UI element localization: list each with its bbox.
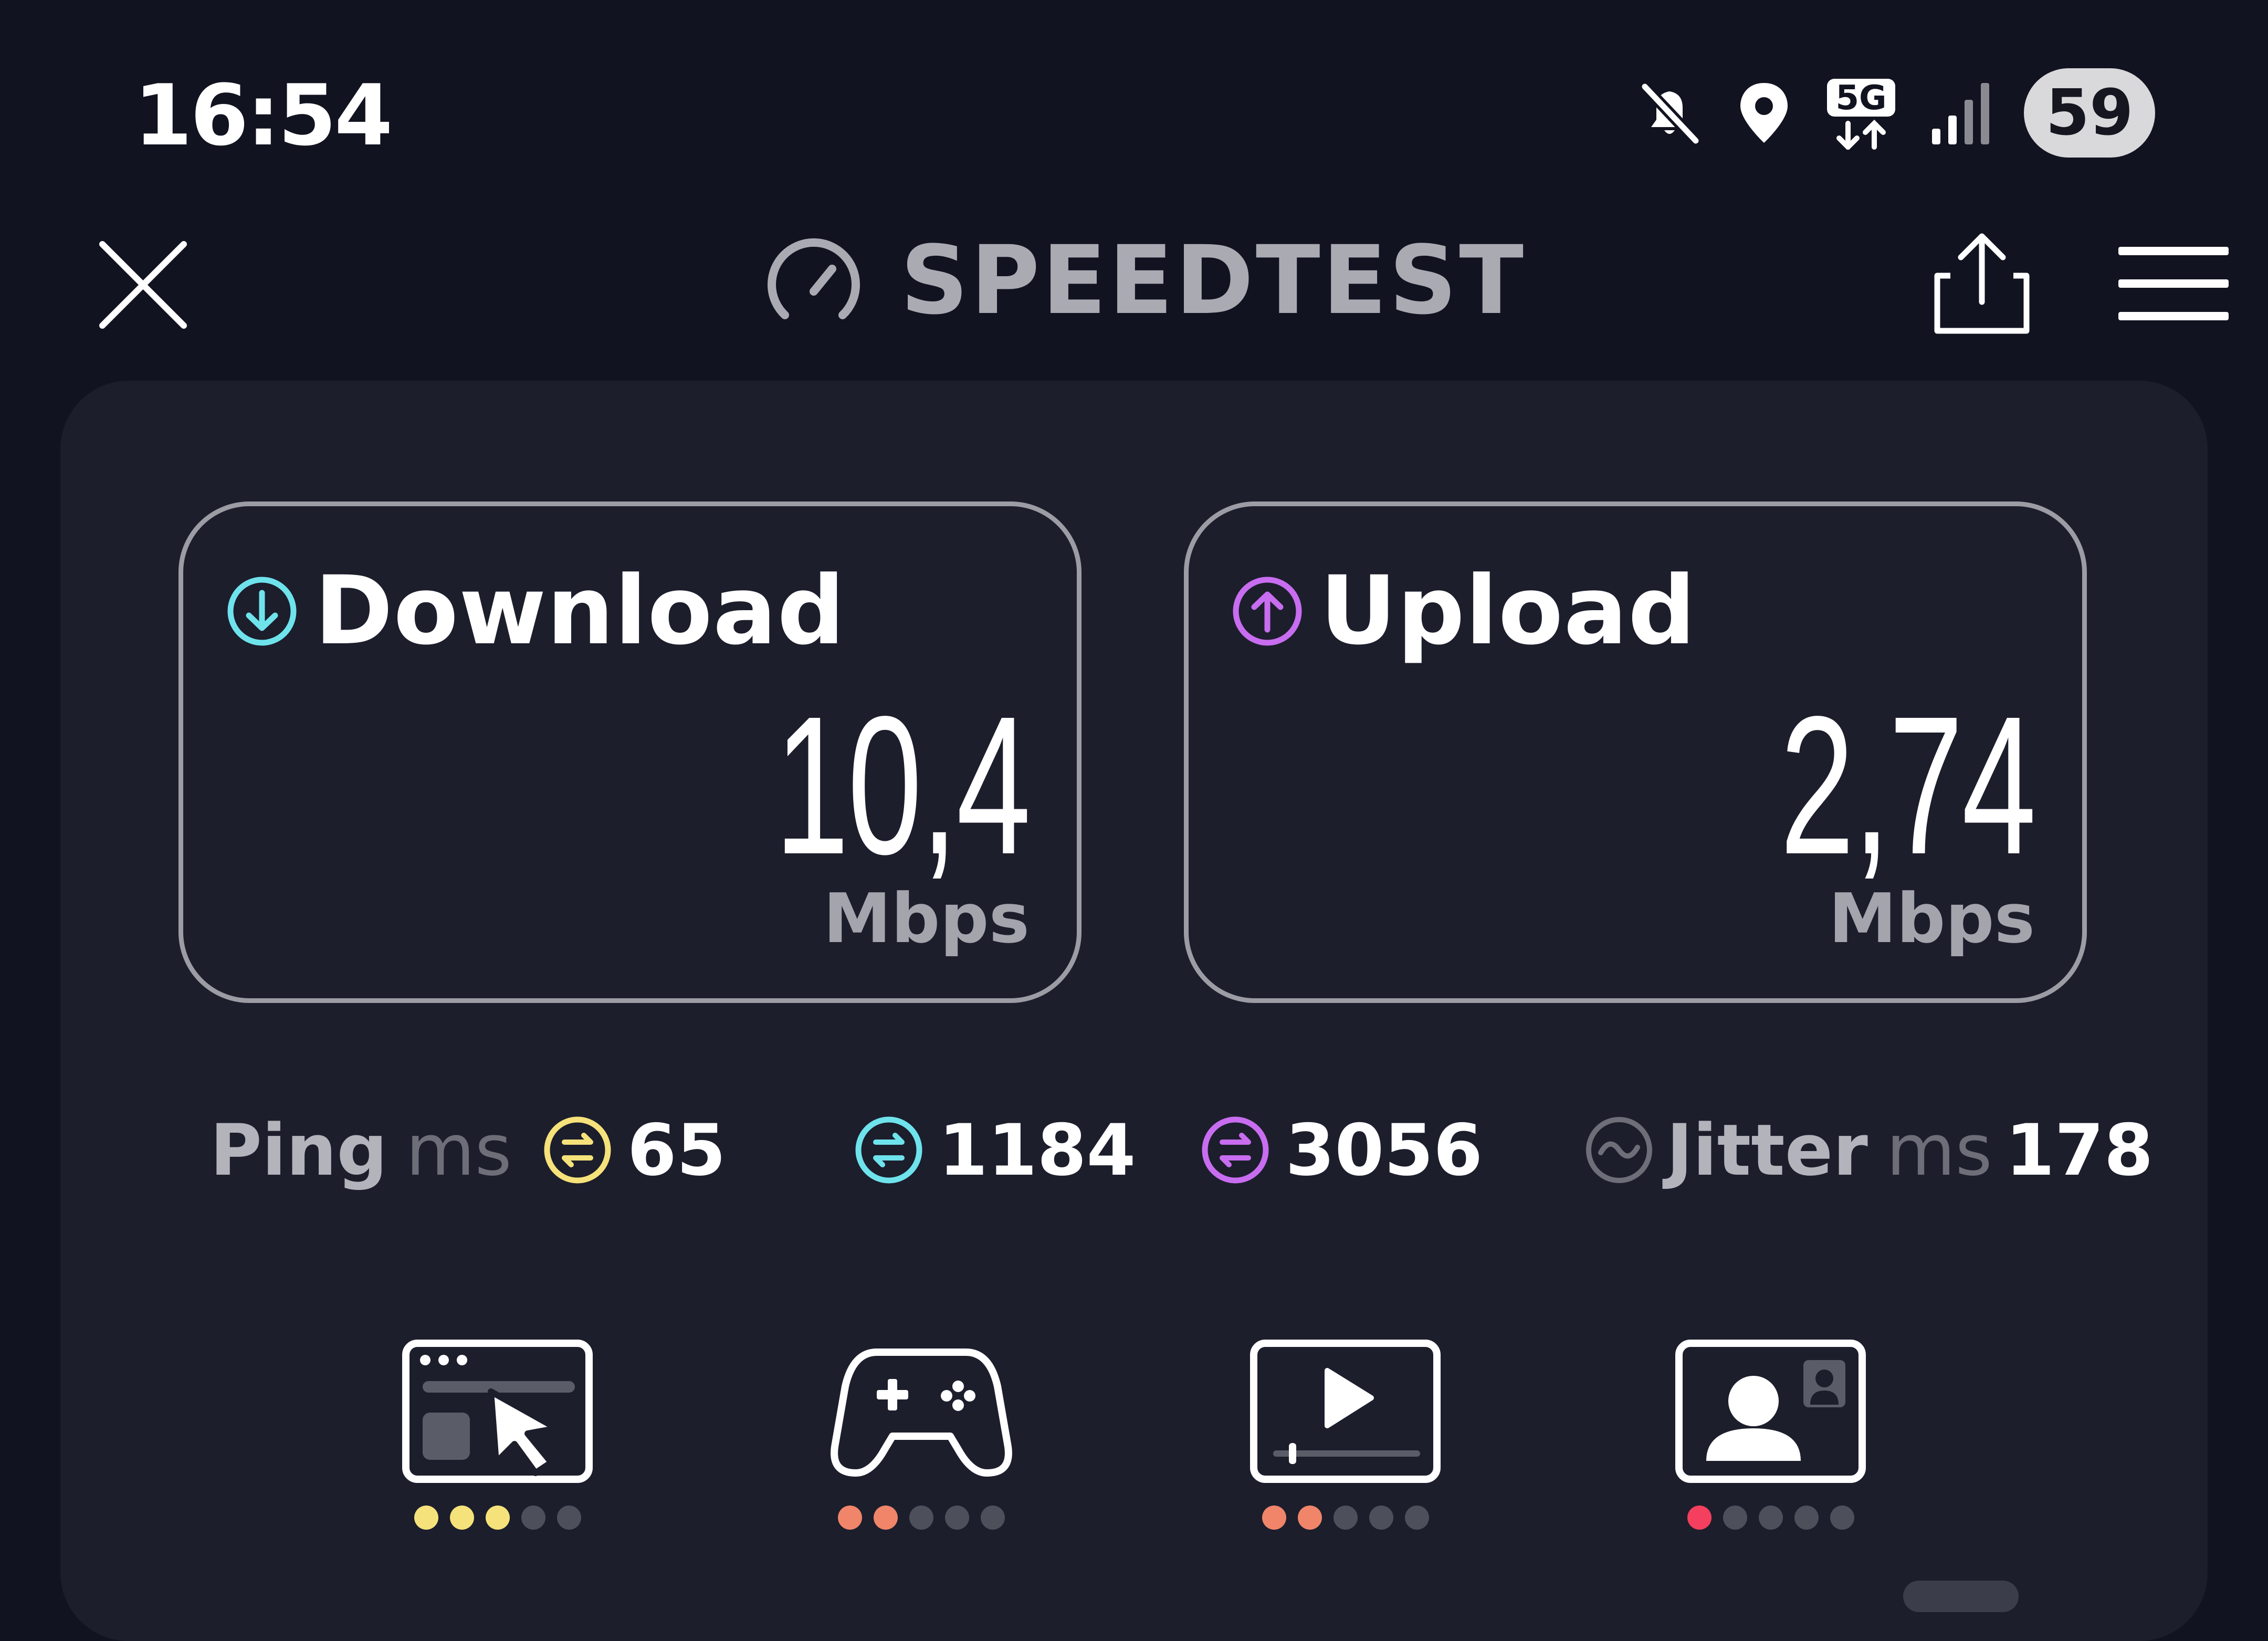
signal-icon	[1932, 83, 1989, 144]
share-icon[interactable]	[1932, 231, 2032, 336]
rating-dot	[521, 1506, 545, 1530]
close-icon[interactable]	[97, 239, 189, 331]
jitter-value: 178	[2005, 1109, 2154, 1191]
ping-unit: ms	[405, 1109, 512, 1191]
app-title: SPEEDTEST	[764, 231, 1526, 331]
upload-label: Upload	[1320, 556, 1696, 666]
ping-idle-value: 65	[627, 1109, 726, 1191]
svg-text:5G: 5G	[1835, 79, 1886, 118]
rating-dot	[556, 1506, 581, 1530]
rating-dot	[838, 1506, 862, 1530]
rating-dot	[1794, 1506, 1819, 1530]
download-card: Download 10,4 Mbps	[178, 501, 1082, 1003]
ping-upload-value: 3056	[1285, 1109, 1483, 1191]
ping-label: Ping	[210, 1109, 387, 1191]
latency-row: Ping ms 65 1184 3056 Jitter ms 178	[210, 1108, 2154, 1192]
video-streaming-rating[interactable]	[1250, 1339, 1441, 1530]
video-streaming-dots	[1262, 1506, 1429, 1530]
video-streaming-icon	[1250, 1340, 1441, 1483]
rating-dot	[1830, 1506, 1854, 1530]
web-browsing-rating[interactable]	[402, 1339, 593, 1530]
upload-arrow-icon	[1233, 577, 1302, 646]
speedometer-icon	[768, 238, 860, 319]
web-browsing-icon	[402, 1340, 593, 1483]
download-value: 10,4	[774, 676, 1031, 895]
rating-dot	[981, 1506, 1005, 1530]
upload-value: 2,74	[1780, 676, 2036, 895]
menu-icon[interactable]	[2118, 244, 2229, 323]
battery-icon: 59	[2024, 68, 2155, 158]
rating-dot	[414, 1506, 438, 1530]
scroll-handle[interactable]	[1903, 1581, 2019, 1612]
rating-dot	[1687, 1506, 1712, 1530]
jitter-icon	[1586, 1117, 1653, 1183]
download-arrow-icon	[227, 577, 297, 646]
rating-dot	[1262, 1506, 1286, 1530]
video-call-rating[interactable]	[1675, 1339, 1866, 1530]
web-browsing-dots	[414, 1506, 581, 1530]
status-icons: 5G 59	[1635, 68, 2155, 158]
ping-upload-icon	[1202, 1116, 1269, 1184]
rating-dot	[1723, 1506, 1747, 1530]
ping-download-icon	[855, 1116, 922, 1184]
rating-dot	[1758, 1506, 1783, 1530]
video-call-icon	[1675, 1340, 1866, 1483]
rating-dot	[945, 1506, 969, 1530]
gaming-rating[interactable]	[827, 1339, 1016, 1530]
app-title-text: SPEEDTEST	[900, 226, 1526, 336]
gaming-dots	[838, 1506, 1005, 1530]
rating-dot	[449, 1506, 474, 1530]
rating-dot	[1333, 1506, 1358, 1530]
location-icon	[1740, 83, 1788, 143]
video-call-dots	[1687, 1506, 1854, 1530]
upload-card: Upload 2,74 Mbps	[1184, 501, 2087, 1003]
mute-icon	[1640, 82, 1700, 145]
jitter-unit: ms	[1886, 1109, 1992, 1191]
download-label: Download	[314, 556, 846, 666]
rating-dot	[485, 1506, 510, 1530]
network-5g-icon: 5G	[1827, 79, 1895, 150]
jitter-label: Jitter	[1666, 1109, 1868, 1191]
rating-dot	[909, 1506, 933, 1530]
status-time: 16:54	[134, 66, 393, 164]
rating-dot	[1369, 1506, 1393, 1530]
ping-idle-icon	[544, 1116, 611, 1184]
download-unit: Mbps	[823, 879, 1030, 958]
ping-download-value: 1184	[938, 1109, 1136, 1191]
rating-dot	[874, 1506, 898, 1530]
rating-dot	[1297, 1506, 1322, 1530]
upload-unit: Mbps	[1829, 879, 2035, 958]
gaming-icon	[831, 1349, 1012, 1477]
rating-dot	[1404, 1506, 1429, 1530]
